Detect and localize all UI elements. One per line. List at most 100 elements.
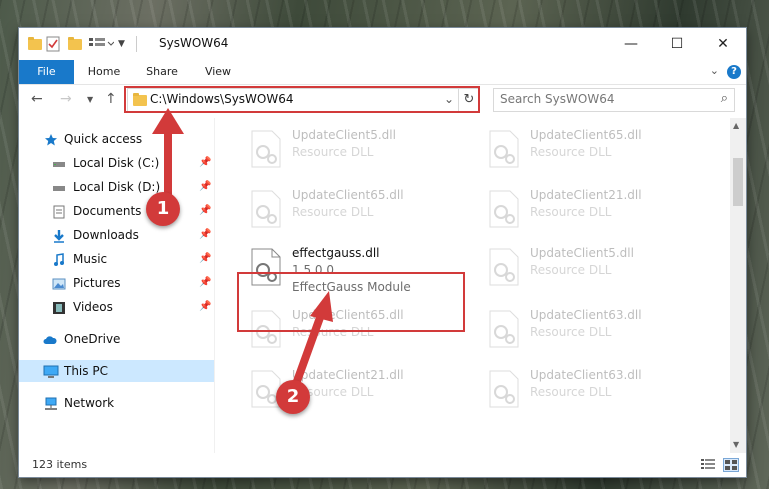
sidebar-item-this-pc[interactable]: This PC: [19, 360, 214, 382]
sidebar-item-label: Videos: [73, 300, 113, 314]
music-icon: [52, 252, 66, 266]
sidebar-item-videos[interactable]: Videos 📌: [19, 296, 214, 318]
minimize-button[interactable]: —: [608, 28, 654, 60]
sidebar-item-label: Documents: [73, 204, 142, 218]
back-arrow-icon[interactable]: ←: [31, 91, 43, 107]
download-icon: [52, 228, 66, 243]
sidebar-item-label: Local Disk (D:): [73, 180, 161, 194]
file-item[interactable]: UpdateClient5.dll Resource DLL: [240, 124, 460, 172]
file-type: Resource DLL: [292, 145, 374, 159]
file-highlight-box: [237, 272, 465, 332]
step-badge-1: 1: [146, 192, 180, 226]
window-title: SysWOW64: [159, 36, 229, 50]
up-arrow-icon[interactable]: ↑: [105, 91, 117, 107]
ribbon-expand-icon[interactable]: ⌄: [710, 64, 719, 77]
tab-view[interactable]: View: [195, 60, 241, 84]
file-item[interactable]: UpdateClient21.dll Resource DLL: [478, 184, 698, 232]
pictures-icon: [52, 276, 66, 290]
scroll-down-icon[interactable]: ▼: [733, 440, 739, 449]
sidebar-item-label: Quick access: [64, 132, 143, 146]
sidebar-item-local-disk-c[interactable]: Local Disk (C:) 📌: [19, 152, 214, 174]
dll-file-icon: [251, 190, 281, 228]
sidebar-item-quick-access[interactable]: Quick access: [19, 128, 214, 150]
file-type: Resource DLL: [530, 385, 612, 399]
properties-icon[interactable]: [46, 36, 60, 52]
file-name: effectgauss.dll: [292, 246, 380, 260]
file-name: UpdateClient65.dll: [292, 188, 404, 202]
drive-icon: [52, 156, 66, 170]
scroll-up-icon[interactable]: ▲: [733, 121, 739, 130]
recent-locations-icon[interactable]: ▼: [87, 95, 93, 104]
file-name: UpdateClient5.dll: [530, 246, 634, 260]
file-item[interactable]: UpdateClient63.dll Resource DLL: [478, 364, 698, 412]
file-type: Resource DLL: [530, 145, 612, 159]
pin-icon[interactable]: 📌: [199, 272, 211, 294]
dll-file-icon: [489, 310, 519, 348]
documents-icon: [52, 204, 66, 219]
customize-icon[interactable]: [88, 37, 115, 53]
file-name: UpdateClient63.dll: [530, 368, 642, 382]
pin-icon[interactable]: 📌: [199, 248, 211, 270]
dll-file-icon: [251, 130, 281, 168]
file-item[interactable]: UpdateClient65.dll Resource DLL: [478, 124, 698, 172]
pin-icon[interactable]: 📌: [199, 200, 211, 222]
pin-icon[interactable]: 📌: [199, 176, 211, 198]
forward-arrow-icon[interactable]: →: [60, 91, 72, 107]
computer-icon: [43, 364, 59, 378]
sidebar-item-label: This PC: [64, 364, 108, 378]
sidebar-item-music[interactable]: Music 📌: [19, 248, 214, 270]
network-icon: [43, 396, 57, 410]
search-input[interactable]: Search SysWOW64: [500, 92, 614, 106]
sidebar-item-local-disk-d[interactable]: Local Disk (D:) 📌: [19, 176, 214, 198]
file-item[interactable]: UpdateClient65.dll Resource DLL: [240, 184, 460, 232]
close-button[interactable]: ✕: [700, 28, 746, 60]
pin-icon[interactable]: 📌: [199, 224, 211, 246]
title-bar: ▼ SysWOW64 — ☐ ✕: [19, 28, 746, 60]
help-icon[interactable]: ?: [727, 65, 741, 79]
file-item[interactable]: UpdateClient21.dll Resource DLL: [240, 364, 460, 412]
sidebar-item-downloads[interactable]: Downloads 📌: [19, 224, 214, 246]
sidebar-item-label: Network: [64, 396, 115, 410]
file-type: Resource DLL: [530, 205, 612, 219]
sidebar-item-onedrive[interactable]: OneDrive: [19, 328, 214, 350]
navigation-pane: Quick access Local Disk (C:) 📌 Local Dis…: [19, 118, 214, 453]
search-box[interactable]: Search SysWOW64 ⌕: [493, 88, 735, 112]
file-name: UpdateClient21.dll: [530, 188, 642, 202]
star-icon: [44, 132, 58, 146]
drive-icon: [52, 180, 66, 194]
sidebar-item-label: OneDrive: [64, 332, 121, 346]
file-item[interactable]: UpdateClient63.dll Resource DLL: [478, 304, 698, 352]
sidebar-item-documents[interactable]: Documents 📌: [19, 200, 214, 222]
videos-icon: [52, 300, 66, 314]
sidebar-item-label: Downloads: [73, 228, 139, 242]
file-type: Resource DLL: [530, 325, 612, 339]
pin-icon[interactable]: 📌: [199, 152, 211, 174]
file-item[interactable]: UpdateClient5.dll Resource DLL: [478, 242, 698, 290]
sidebar-item-label: Local Disk (C:): [73, 156, 160, 170]
scroll-thumb[interactable]: [733, 158, 743, 206]
status-bar: 123 items: [19, 453, 746, 477]
sidebar-item-network[interactable]: Network: [19, 392, 214, 414]
address-highlight-box: [124, 86, 480, 113]
maximize-button[interactable]: ☐: [654, 28, 700, 60]
dll-file-icon: [489, 248, 519, 286]
explorer-window: ▼ SysWOW64 — ☐ ✕ File Home Share View ⌄ …: [19, 28, 746, 477]
folder-icon: [28, 37, 42, 50]
tab-file[interactable]: File: [19, 60, 74, 84]
sidebar-item-pictures[interactable]: Pictures 📌: [19, 272, 214, 294]
dll-file-icon: [489, 190, 519, 228]
tab-home[interactable]: Home: [79, 60, 129, 84]
new-folder-icon[interactable]: [68, 37, 82, 50]
file-type: Resource DLL: [530, 263, 612, 277]
pin-icon[interactable]: 📌: [199, 296, 211, 318]
file-name: UpdateClient63.dll: [530, 308, 642, 322]
large-icons-view-icon[interactable]: [723, 458, 739, 472]
quick-access-dropdown-icon[interactable]: ▼: [118, 39, 125, 55]
vertical-scrollbar[interactable]: ▲ ▼: [730, 118, 746, 453]
title-separator: [136, 36, 137, 52]
step-badge-2: 2: [276, 380, 310, 414]
details-view-icon[interactable]: [701, 458, 715, 470]
tab-share[interactable]: Share: [137, 60, 187, 84]
sidebar-item-label: Music: [73, 252, 108, 266]
navigation-bar: ← → ▼ ↑ C:\Windows\SysWOW64 ⌄ ↻ Search S…: [19, 85, 746, 115]
